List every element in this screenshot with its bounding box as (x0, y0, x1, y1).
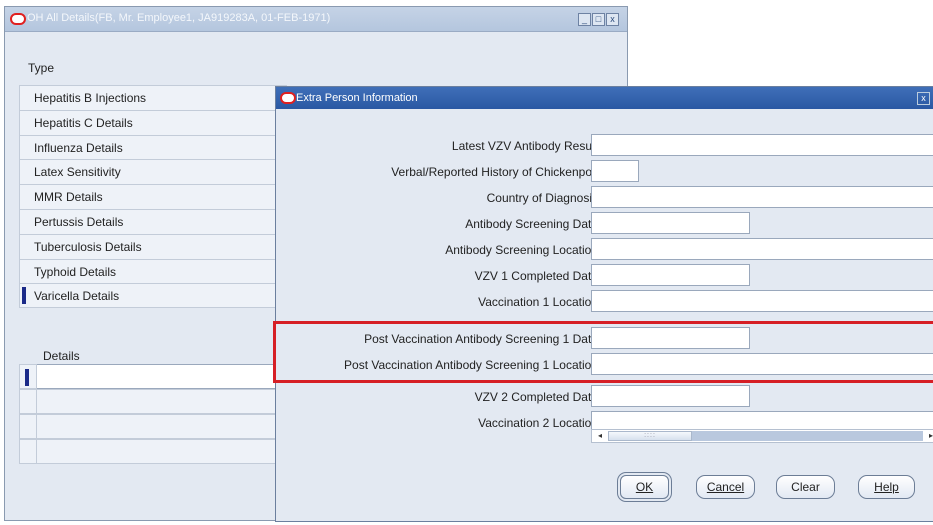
field-label: Country of Diagnosis (486, 191, 598, 205)
type-row-label: Varicella Details (34, 289, 120, 304)
detail-row (19, 364, 281, 389)
row-selector[interactable] (19, 364, 37, 389)
scroll-left-icon[interactable]: ◂ (594, 431, 606, 441)
close-icon[interactable]: x (917, 92, 930, 105)
scroll-thumb[interactable]: :::: (608, 431, 692, 441)
type-row-label: Typhoid Details (34, 264, 117, 279)
details-column-header: Details (43, 349, 80, 363)
detail-field[interactable] (37, 389, 281, 414)
type-row[interactable]: Typhoid Details (19, 258, 287, 284)
antibody-screening-location-input[interactable] (591, 238, 933, 260)
field-label: Antibody Screening Location (445, 243, 598, 257)
field-label: VZV 2 Completed Date (474, 390, 598, 404)
help-button-label: Help (874, 480, 899, 494)
field-label: Vaccination 1 Location (478, 295, 598, 309)
type-row-label: Hepatitis C Details (34, 115, 133, 130)
type-row[interactable]: Influenza Details (19, 134, 287, 160)
close-icon[interactable]: x (606, 13, 619, 26)
type-row[interactable]: Pertussis Details (19, 208, 287, 234)
detail-row (19, 414, 281, 439)
detail-row (19, 439, 281, 464)
cancel-button[interactable]: Cancel (696, 475, 755, 499)
vaccination-1-location-input[interactable] (591, 290, 933, 312)
latest-vzv-antibody-result-input[interactable] (591, 134, 933, 156)
type-row[interactable]: Hepatitis B Injections (19, 85, 287, 110)
oracle-logo-icon (280, 92, 296, 104)
type-row-label: Influenza Details (34, 140, 123, 155)
row-selector[interactable] (19, 414, 37, 439)
type-row-label: MMR Details (34, 190, 103, 205)
row-selector[interactable] (19, 439, 37, 464)
type-list: Hepatitis B Injections Hepatitis C Detai… (19, 85, 287, 309)
field-label: Antibody Screening Date (465, 217, 598, 231)
type-row-label: Pertussis Details (34, 214, 124, 229)
detail-field[interactable] (37, 414, 281, 439)
extra-person-information-dialog: Extra Person Information x Latest VZV An… (273, 86, 933, 522)
type-row[interactable]: Hepatitis C Details (19, 109, 287, 135)
field-label: Post Vaccination Antibody Screening 1 Da… (364, 332, 598, 346)
oracle-logo-icon (10, 13, 26, 25)
detail-field[interactable] (37, 364, 281, 389)
field-label: Verbal/Reported History of Chickenpox (391, 165, 598, 179)
post-vaccination-screening-1-location-input[interactable] (591, 353, 933, 375)
window-titlebar[interactable]: OH All Details(FB, Mr. Employee1, JA9192… (5, 7, 627, 32)
vzv-2-completed-date-input[interactable] (591, 385, 750, 407)
ok-button[interactable]: OK (620, 475, 669, 499)
type-row-label: Tuberculosis Details (34, 239, 142, 254)
scroll-right-icon[interactable]: ▸ (925, 431, 933, 441)
country-of-diagnosis-input[interactable] (591, 186, 933, 208)
ok-button-label: OK (635, 480, 654, 494)
dialog-titlebar[interactable]: Extra Person Information x (276, 87, 933, 109)
details-grid (19, 364, 281, 464)
help-button[interactable]: Help (858, 475, 915, 499)
detail-row (19, 389, 281, 414)
type-row[interactable]: MMR Details (19, 184, 287, 209)
clear-button[interactable]: Clear (776, 475, 835, 499)
type-row-label: Hepatitis B Injections (34, 91, 147, 105)
scroll-track[interactable] (692, 431, 923, 441)
type-row-label: Latex Sensitivity (34, 165, 121, 180)
field-label: Vaccination 2 Location (478, 416, 598, 430)
cancel-button-label: Cancel (706, 480, 745, 494)
dialog-title: Extra Person Information (296, 92, 418, 104)
field-label: Latest VZV Antibody Result (451, 139, 598, 153)
history-of-chickenpox-input[interactable] (591, 160, 639, 182)
window-controls: _ □ x (578, 13, 619, 26)
post-vaccination-screening-1-date-input[interactable] (591, 327, 750, 349)
window-title: OH All Details(FB, Mr. Employee1, JA9192… (27, 12, 331, 24)
type-column-header: Type (28, 61, 55, 75)
row-selector[interactable] (19, 389, 37, 414)
type-row-selected[interactable]: Varicella Details (19, 283, 287, 309)
horizontal-scrollbar[interactable]: ◂ :::: ▸ (591, 429, 933, 443)
clear-button-label: Clear (791, 480, 820, 494)
maximize-icon[interactable]: □ (592, 13, 605, 26)
vzv-1-completed-date-input[interactable] (591, 264, 750, 286)
field-label: Post Vaccination Antibody Screening 1 Lo… (344, 358, 598, 372)
type-row[interactable]: Latex Sensitivity (19, 159, 287, 185)
detail-field[interactable] (37, 439, 281, 464)
minimize-icon[interactable]: _ (578, 13, 591, 26)
antibody-screening-date-input[interactable] (591, 212, 750, 234)
field-label: VZV 1 Completed Date (474, 269, 598, 283)
type-row[interactable]: Tuberculosis Details (19, 233, 287, 259)
